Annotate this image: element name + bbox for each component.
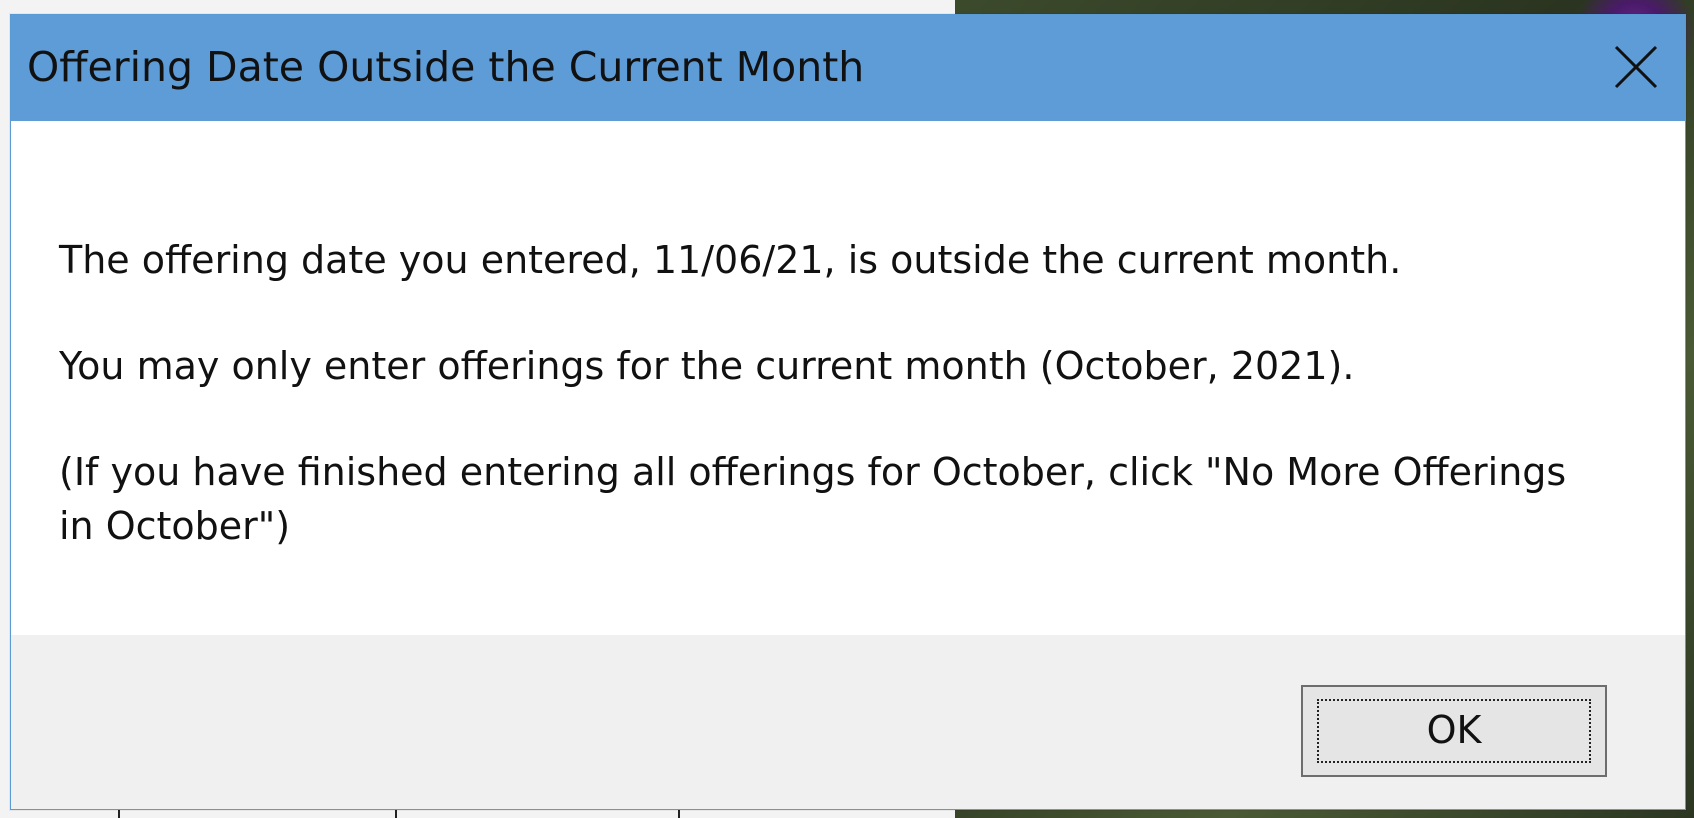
message-text: The offering date you entered, 11/06/21,… xyxy=(59,238,1402,282)
message-dialog: Offering Date Outside the Current Month … xyxy=(10,14,1686,810)
close-icon xyxy=(1614,45,1658,89)
dialog-content: The offering date you entered, 11/06/21,… xyxy=(11,121,1685,635)
message-text: You may only enter offerings for the cur… xyxy=(59,344,1355,388)
dialog-titlebar[interactable]: Offering Date Outside the Current Month xyxy=(11,15,1685,121)
message-text: (If you have finished entering all offer… xyxy=(59,450,1567,548)
ok-button[interactable]: OK xyxy=(1301,685,1607,777)
dialog-title: Offering Date Outside the Current Month xyxy=(27,43,865,91)
dialog-button-bar: OK xyxy=(11,635,1685,809)
close-button[interactable] xyxy=(1575,15,1685,121)
ok-button-label: OK xyxy=(1426,708,1482,752)
